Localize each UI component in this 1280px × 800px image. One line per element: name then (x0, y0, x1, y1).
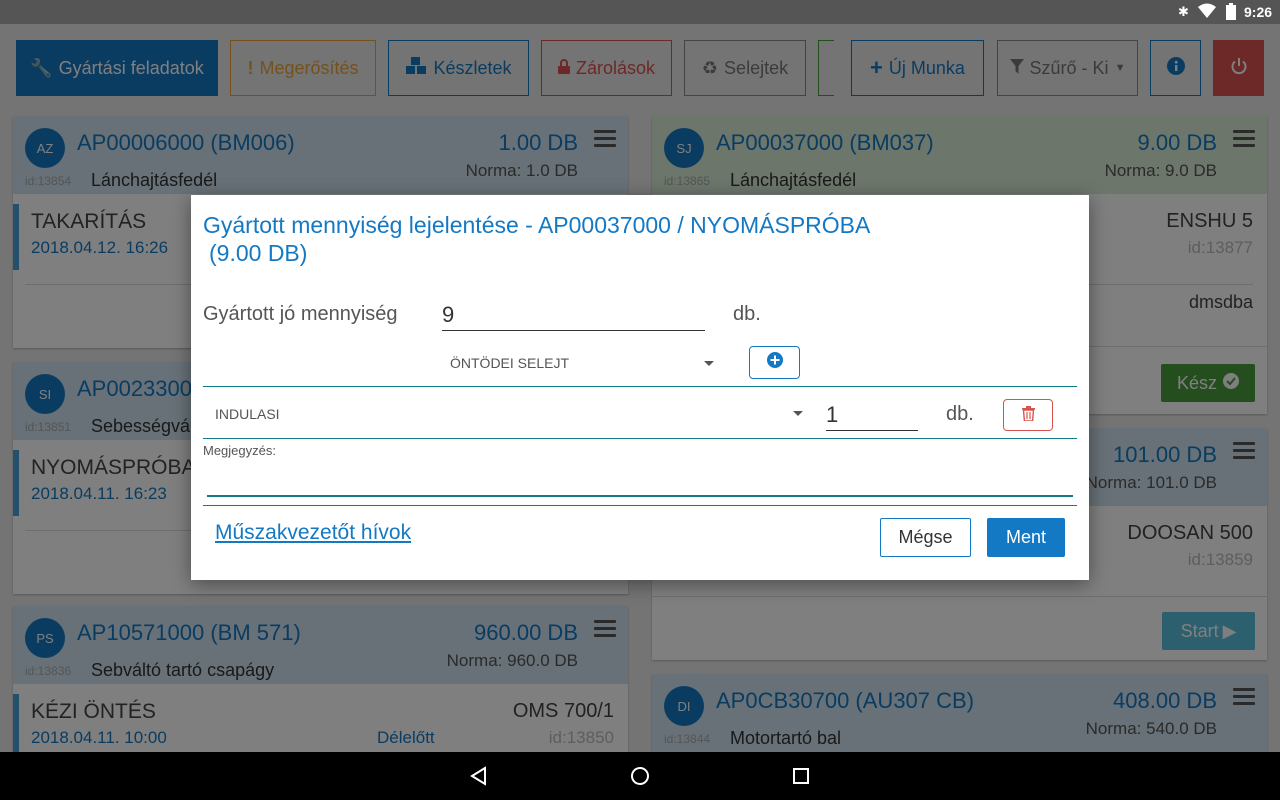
note-input[interactable] (207, 463, 1073, 497)
report-quantity-dialog: Gyártott mennyiség lejelentése - AP00037… (191, 195, 1089, 580)
recents-icon[interactable] (789, 764, 813, 788)
unit-label: db. (733, 303, 761, 325)
plus-circle-icon (766, 352, 783, 373)
select-caret-icon (704, 361, 714, 366)
android-nav-bar (0, 752, 1280, 800)
good-quantity-input[interactable] (442, 299, 705, 331)
back-icon[interactable] (467, 764, 491, 788)
save-button[interactable]: Ment (987, 518, 1065, 557)
call-supervisor-link[interactable]: Műszakvezetőt hívok (215, 521, 411, 545)
scrap-row-type[interactable]: INDULASI (215, 406, 280, 422)
cancel-button[interactable]: Mégse (880, 518, 971, 557)
good-quantity-label: Gyártott jó mennyiség (203, 303, 398, 325)
home-icon[interactable] (628, 764, 652, 788)
wifi-icon (1198, 3, 1216, 22)
add-scrap-button[interactable] (749, 346, 800, 379)
trash-icon (1021, 405, 1035, 426)
scrap-quantity-input[interactable] (826, 399, 918, 431)
clock: 9:26 (1244, 4, 1273, 20)
select-caret-icon (793, 411, 803, 416)
unit-label: db. (946, 403, 974, 425)
delete-scrap-button[interactable] (1003, 399, 1053, 431)
dialog-title: Gyártott mennyiség lejelentése - AP00037… (203, 212, 871, 266)
status-bar: ✱ 9:26 (0, 0, 1280, 24)
bluetooth-icon: ✱ (1178, 4, 1189, 19)
note-label: Megjegyzés: (203, 443, 276, 458)
battery-icon (1226, 3, 1236, 23)
scrap-type-select[interactable]: ÖNTÖDEI SELEJT (450, 355, 569, 371)
